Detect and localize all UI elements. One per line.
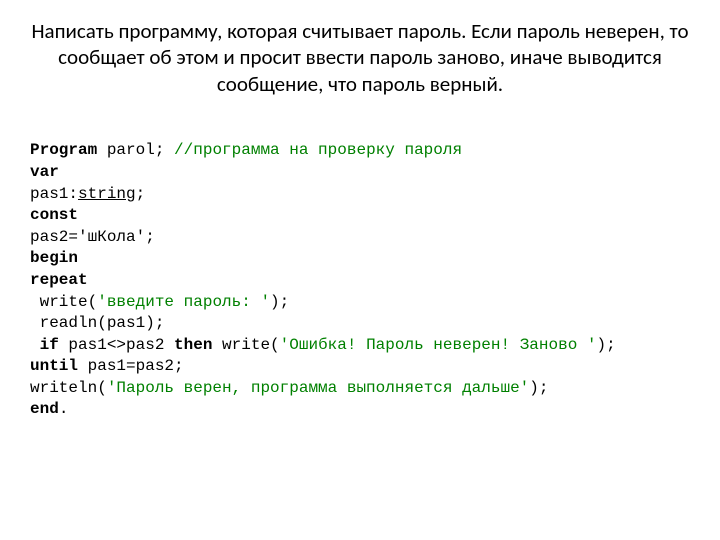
comment: //программа на проверку пароля [174, 141, 462, 159]
str-ok: 'Пароль верен, программа выполняется дал… [107, 379, 529, 397]
task-description: Написать программу, которая считывает па… [30, 18, 690, 97]
const-pas2: pas2='шКола'; [30, 228, 155, 246]
kw-then: then [174, 336, 212, 354]
code-block: Program parol; //программа на проверку п… [30, 119, 690, 421]
kw-repeat: repeat [30, 271, 88, 289]
str-error: 'Ошибка! Пароль неверен! Заново ' [280, 336, 597, 354]
str-prompt: 'введите пароль: ' [97, 293, 270, 311]
kw-if: if [40, 336, 59, 354]
until-cond: pas1=pas2; [78, 357, 184, 375]
kw-end: end [30, 400, 59, 418]
paren-close: ); [270, 293, 289, 311]
semi: ; [136, 185, 146, 203]
decl-pas1: pas1: [30, 185, 78, 203]
kw-until: until [30, 357, 78, 375]
type-string: string [78, 185, 136, 203]
readln-call: readln(pas1); [30, 314, 164, 332]
ident-parol: parol; [97, 141, 174, 159]
indent [30, 336, 40, 354]
cond: pas1<>pas2 [59, 336, 174, 354]
writeln-call: writeln( [30, 379, 107, 397]
kw-var: var [30, 163, 59, 181]
paren-close2: ); [597, 336, 616, 354]
kw-begin: begin [30, 249, 78, 267]
write-call: write( [30, 293, 97, 311]
paren-close3: ); [529, 379, 548, 397]
kw-program: Program [30, 141, 97, 159]
write2: write( [212, 336, 279, 354]
kw-const: const [30, 206, 78, 224]
dot: . [59, 400, 69, 418]
